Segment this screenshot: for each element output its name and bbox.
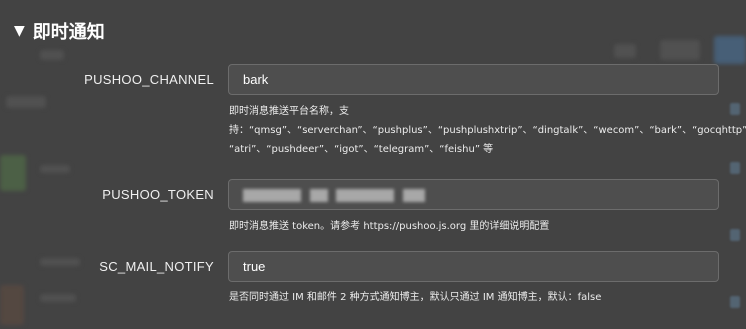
section-header[interactable]: ▼ 即时通知 <box>14 18 105 44</box>
pushoo-token-help: 即时消息推送 token。请参考 https://pushoo.js.org 里… <box>229 217 734 236</box>
pushoo-channel-label: PUSHOO_CHANNEL <box>84 72 214 87</box>
help-line: 即时消息推送 token。请参考 https://pushoo.js.org 里… <box>229 221 550 232</box>
sc-mail-notify-input[interactable]: true <box>228 251 719 282</box>
sc-mail-notify-label: SC_MAIL_NOTIFY <box>99 259 214 274</box>
pushoo-token-label: PUSHOO_TOKEN <box>102 187 214 202</box>
help-line: “atri”、“pushdeer”、“igot”、“telegram”、“fei… <box>229 144 494 155</box>
redacted-token-block <box>336 189 395 203</box>
help-line: 持：“qmsg”、“serverchan”、“pushplus”、“pushpl… <box>229 125 746 136</box>
pushoo-token-input[interactable] <box>228 179 719 210</box>
sc-mail-notify-help: 是否同时通过 IM 和邮件 2 种方式通知博主，默认只通过 IM 通知博主，默认… <box>229 288 734 307</box>
pushoo-channel-input[interactable]: bark <box>228 64 719 95</box>
collapse-triangle-icon[interactable]: ▼ <box>14 24 25 38</box>
redacted-token-block <box>402 189 425 203</box>
help-line: 是否同时通过 IM 和邮件 2 种方式通知博主，默认只通过 IM 通知博主，默认… <box>229 292 602 303</box>
redacted-token-block <box>309 189 328 203</box>
redacted-token-block <box>243 189 301 203</box>
help-line: 即时消息推送平台名称，支 <box>229 106 349 117</box>
pushoo-channel-help: 即时消息推送平台名称，支 持：“qmsg”、“serverchan”、“push… <box>229 102 746 159</box>
section-title: 即时通知 <box>32 22 105 43</box>
